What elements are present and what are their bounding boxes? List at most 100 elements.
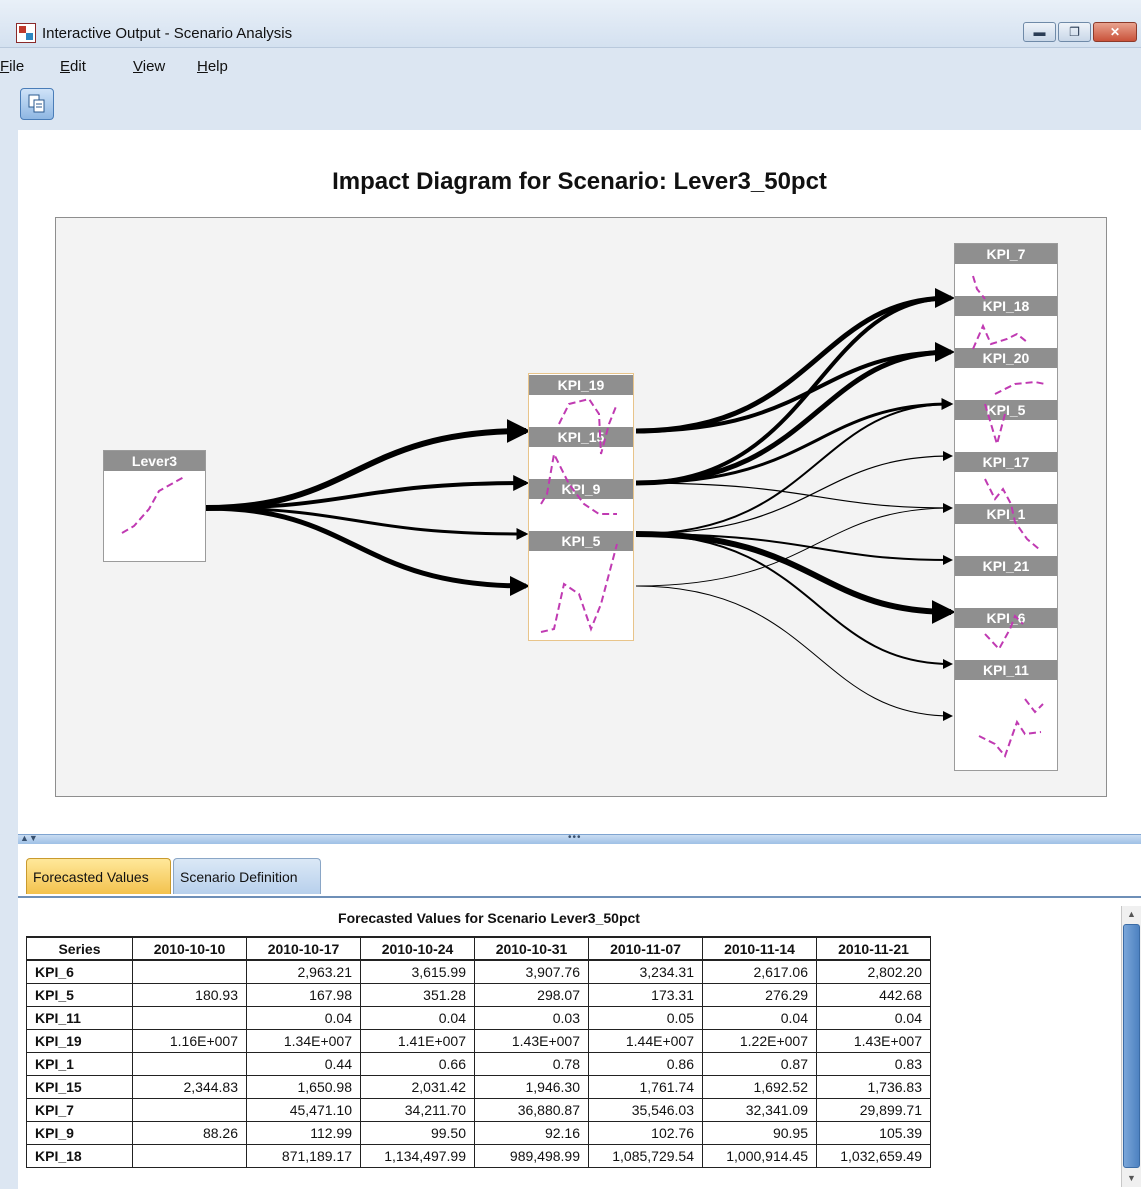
value-cell: 0.03 <box>474 1005 589 1030</box>
forecast-table-panel: Forecasted Values for Scenario Lever3_50… <box>18 896 1141 1189</box>
series-cell: KPI_1 <box>26 1051 133 1076</box>
node-stack-right[interactable]: KPI_7 KPI_18 KPI_20 KPI_5 KPI_17 KPI_1 K… <box>954 243 1058 771</box>
value-cell: 36,880.87 <box>474 1097 589 1122</box>
scroll-down-icon[interactable]: ▼ <box>1122 1170 1141 1187</box>
table-row: KPI_5 180.93 167.98 351.28 298.07 173.31 276.2… <box>26 982 931 1007</box>
value-cell: 1,085,729.54 <box>588 1143 703 1168</box>
value-cell: 0.05 <box>588 1005 703 1030</box>
column-header: 2010-10-24 <box>360 936 475 961</box>
value-cell: 1.22E+007 <box>702 1028 817 1053</box>
value-cell: 0.83 <box>816 1051 931 1076</box>
sparkline <box>972 275 1046 758</box>
menu-help[interactable]: Help <box>197 58 228 75</box>
column-header: 2010-10-31 <box>474 936 589 961</box>
drag-handle-icon[interactable]: ••• <box>568 832 582 843</box>
edge-kpi9-kpi1 <box>635 482 953 513</box>
table-header-row: Series 2010-10-10 2010-10-17 2010-10-24 … <box>26 936 931 961</box>
series-cell: KPI_18 <box>26 1143 133 1168</box>
value-cell: 1.34E+007 <box>246 1028 361 1053</box>
edge-kpi5-kpi5r <box>635 403 952 535</box>
value-cell: 0.44 <box>246 1051 361 1076</box>
value-cell: 1,000,914.45 <box>702 1143 817 1168</box>
menu-file[interactable]: File <box>0 58 24 75</box>
menu-view[interactable]: View <box>133 58 165 75</box>
node-lever3[interactable]: Lever3 <box>103 450 206 562</box>
tab-scenario-definition[interactable]: Scenario Definition <box>173 858 321 894</box>
edge-kpi5-kpi11 <box>635 533 953 669</box>
value-cell: 298.07 <box>474 982 589 1007</box>
value-cell <box>132 1005 247 1030</box>
column-header: 2010-10-17 <box>246 936 361 961</box>
close-button[interactable]: ✕ <box>1093 22 1137 42</box>
node-header: Lever3 <box>104 451 205 471</box>
table-caption: Forecasted Values for Scenario Lever3_50… <box>338 910 640 926</box>
value-cell: 1,761.74 <box>588 1074 703 1099</box>
window-title-bar: Interactive Output - Scenario Analysis ▬… <box>0 0 1141 48</box>
edge-bottom-kpi1 <box>635 507 952 587</box>
edge-kpi15-kpi20 <box>635 344 955 433</box>
value-cell: 0.04 <box>702 1005 817 1030</box>
value-cell: 112.99 <box>246 1120 361 1145</box>
toolbar <box>0 84 1141 124</box>
forecast-table: Series 2010-10-10 2010-10-17 2010-10-24 … <box>26 936 931 1168</box>
minimize-icon: ▬ <box>1033 25 1046 39</box>
scroll-up-icon[interactable]: ▲ <box>1122 906 1141 923</box>
value-cell: 1.44E+007 <box>588 1028 703 1053</box>
value-cell: 32,341.09 <box>702 1097 817 1122</box>
value-cell: 102.76 <box>588 1120 703 1145</box>
panel-splitter[interactable]: ▲▼ ••• <box>18 832 1141 844</box>
value-cell: 173.31 <box>588 982 703 1007</box>
sparkline <box>121 476 185 534</box>
copy-button[interactable] <box>20 88 54 120</box>
value-cell: 1,134,497.99 <box>360 1143 475 1168</box>
window-controls: ▬ ❐ ✕ <box>1021 22 1137 42</box>
table-row: KPI_7 45,471.10 34,211.70 36,880.87 35,546.0… <box>26 1097 931 1122</box>
value-cell: 442.68 <box>816 982 931 1007</box>
value-cell: 0.04 <box>246 1005 361 1030</box>
value-cell: 0.66 <box>360 1051 475 1076</box>
value-cell: 1.43E+007 <box>816 1028 931 1053</box>
series-cell: KPI_7 <box>26 1097 133 1122</box>
value-cell: 1.16E+007 <box>132 1028 247 1053</box>
value-cell: 90.95 <box>702 1120 817 1145</box>
series-cell: KPI_5 <box>26 982 133 1007</box>
series-cell: KPI_9 <box>26 1120 133 1145</box>
edge-lever3-bottom <box>205 505 530 596</box>
scrollbar-thumb[interactable] <box>1123 924 1140 1168</box>
minimize-button[interactable]: ▬ <box>1023 22 1056 42</box>
sparkline <box>540 397 618 633</box>
value-cell: 92.16 <box>474 1120 589 1145</box>
node-stack-middle[interactable]: KPI_19 KPI_15 KPI_9 KPI_5 <box>528 373 634 641</box>
value-cell <box>132 959 247 984</box>
value-cell: 1.43E+007 <box>474 1028 589 1053</box>
collapse-arrows-icon[interactable]: ▲▼ <box>20 833 38 843</box>
series-cell: KPI_15 <box>26 1074 133 1099</box>
value-cell: 0.87 <box>702 1051 817 1076</box>
value-cell: 88.26 <box>132 1120 247 1145</box>
value-cell: 1,692.52 <box>702 1074 817 1099</box>
value-cell: 3,615.99 <box>360 959 475 984</box>
value-cell: 180.93 <box>132 982 247 1007</box>
value-cell: 1,946.30 <box>474 1074 589 1099</box>
value-cell <box>132 1143 247 1168</box>
value-cell: 99.50 <box>360 1120 475 1145</box>
diagram-title: Impact Diagram for Scenario: Lever3_50pc… <box>332 168 827 195</box>
edge-kpi9-kpi18 <box>635 296 952 485</box>
value-cell: 2,344.83 <box>132 1074 247 1099</box>
value-cell: 1,650.98 <box>246 1074 361 1099</box>
value-cell: 2,963.21 <box>246 959 361 984</box>
diagram-canvas: Lever3 KPI_19 KPI_15 KPI_9 KPI_5 KPI_7 K… <box>55 217 1107 797</box>
menu-edit[interactable]: Edit <box>60 58 86 75</box>
maximize-button[interactable]: ❐ <box>1058 22 1091 42</box>
vertical-scrollbar[interactable]: ▲ ▼ <box>1121 906 1141 1187</box>
table-row: KPI_19 1.16E+007 1.34E+007 1.41E+007 1.43E+0… <box>26 1028 931 1053</box>
column-header: 2010-11-07 <box>588 936 703 961</box>
copy-icon <box>28 94 45 113</box>
value-cell: 29,899.71 <box>816 1097 931 1122</box>
value-cell: 351.28 <box>360 982 475 1007</box>
value-cell <box>132 1051 247 1076</box>
table-row: KPI_15 2,344.83 1,650.98 2,031.42 1,946.30 1,… <box>26 1074 931 1099</box>
tab-forecasted-values[interactable]: Forecasted Values <box>26 858 171 894</box>
tab-strip: Forecasted Values Scenario Definition <box>18 844 1141 896</box>
maximize-icon: ❐ <box>1069 25 1080 39</box>
